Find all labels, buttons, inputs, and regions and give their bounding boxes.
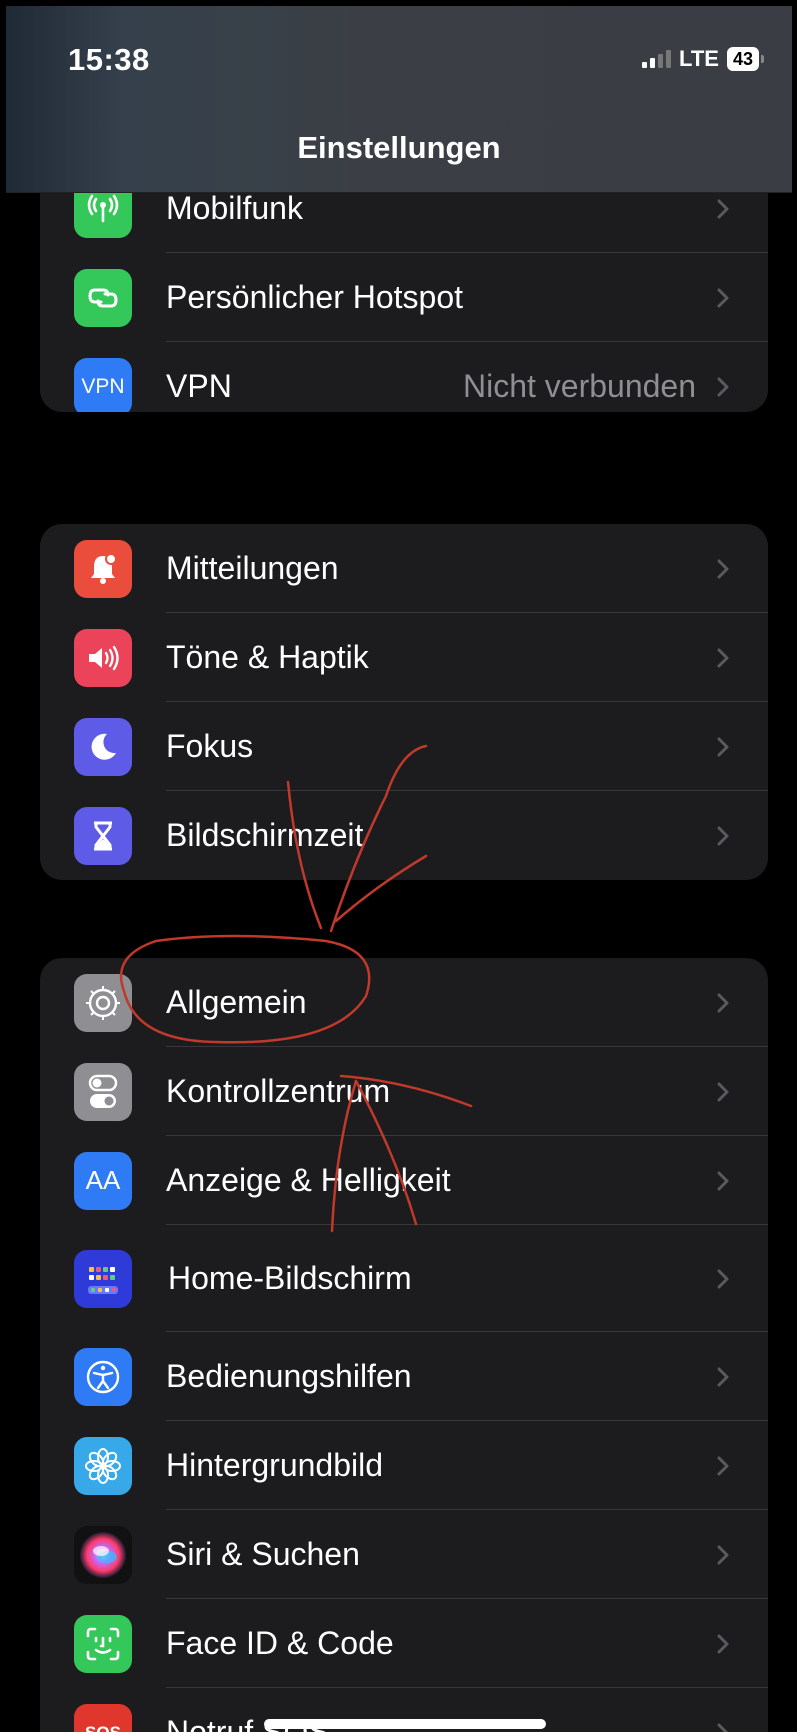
settings-row-label: Mobilfunk [166,190,303,226]
settings-row-bildschirmzeit[interactable]: Bildschirmzeit [40,791,768,880]
phone-screen: 15:38 LTE 43 Einstellungen Mobilfunk Per… [6,6,792,1732]
hourglass-icon [74,806,132,865]
settings-row-label: Hintergrundbild [166,1447,384,1483]
chevron-right-icon [717,737,729,756]
chevron-right-icon [717,993,729,1012]
network-type: LTE [679,46,719,71]
sos-icon: SOS [74,1703,132,1732]
settings-row-label: Persönlicher Hotspot [166,279,464,315]
chevron-right-icon [717,1634,729,1653]
chevron-right-icon [717,1545,729,1564]
chevron-right-icon [717,1171,729,1190]
settings-group-notifications: Mitteilungen Töne & Haptik Fokus Bildsch… [40,524,768,880]
settings-row-label: Allgemein [166,984,307,1020]
chevron-right-icon [717,1269,729,1288]
chevron-right-icon [717,1723,729,1732]
face-id-icon [74,1614,132,1673]
link-icon [74,268,132,327]
page-title: Einstellungen [297,130,501,165]
chevron-right-icon [717,199,729,218]
settings-row-label: VPN [166,368,232,404]
settings-row-label: Mitteilungen [166,550,339,586]
flower-icon [74,1436,132,1495]
chevron-right-icon [717,559,729,578]
settings-group-general: Allgemein Kontrollzentrum AA Anzeige & H… [40,958,768,1732]
settings-row-fokus[interactable]: Fokus [40,702,768,791]
settings-row-bedienungshilfen[interactable]: Bedienungshilfen [40,1332,768,1421]
settings-group-connectivity: Mobilfunk Persönlicher Hotspot VPN VPN N… [40,180,768,412]
moon-icon [74,717,132,776]
settings-row-hintergrundbild[interactable]: Hintergrundbild [40,1421,768,1510]
settings-row-label: Home-Bildschirm [168,1260,412,1296]
settings-row-siri-suchen[interactable]: Siri & Suchen [40,1510,768,1599]
home-grid-icon [74,1249,132,1308]
navigation-bar: 15:38 LTE 43 Einstellungen [6,6,792,193]
settings-row-face-id-code[interactable]: Face ID & Code [40,1599,768,1688]
settings-row-label: Fokus [166,728,254,764]
settings-row-anzeige-helligkeit[interactable]: AA Anzeige & Helligkeit [40,1136,768,1225]
settings-row-label: Bedienungshilfen [166,1358,412,1394]
settings-row-kontrollzentrum[interactable]: Kontrollzentrum [40,1047,768,1136]
accessibility-icon [74,1347,132,1406]
cellular-signal-icon [642,50,672,68]
chevron-right-icon [717,377,729,396]
bell-icon [74,539,132,598]
settings-row-label: Bildschirmzeit [166,817,364,853]
settings-row-label: Face ID & Code [166,1625,394,1661]
settings-row-label: Kontrollzentrum [166,1073,391,1109]
settings-row-label: Siri & Suchen [166,1536,360,1572]
settings-row-label: Anzeige & Helligkeit [166,1162,451,1198]
chevron-right-icon [717,826,729,845]
settings-row-vpn[interactable]: VPN VPN Nicht verbunden [40,342,768,412]
chevron-right-icon [717,288,729,307]
home-indicator[interactable] [264,1719,546,1729]
chevron-right-icon [717,648,729,667]
siri-icon [74,1525,132,1584]
settings-row-home-bildschirm[interactable]: Home-Bildschirm [40,1225,768,1332]
battery-level: 43 [726,47,759,71]
chevron-right-icon [717,1456,729,1475]
speaker-icon [74,628,132,687]
text-size-icon: AA [74,1151,132,1210]
settings-row-hotspot[interactable]: Persönlicher Hotspot [40,253,768,342]
settings-row-label: Töne & Haptik [166,639,369,675]
toggle-icon [74,1062,132,1121]
battery-icon: 43 [726,47,764,71]
settings-row-allgemein[interactable]: Allgemein [40,958,768,1047]
settings-row-toene-haptik[interactable]: Töne & Haptik [40,613,768,702]
vpn-status-value: Nicht verbunden [462,368,696,404]
vpn-icon: VPN [74,357,132,412]
gear-icon [74,973,132,1032]
status-indicators: LTE 43 [642,46,764,72]
settings-row-mitteilungen[interactable]: Mitteilungen [40,524,768,613]
chevron-right-icon [717,1367,729,1386]
status-time: 15:38 [68,42,150,77]
chevron-right-icon [717,1082,729,1101]
